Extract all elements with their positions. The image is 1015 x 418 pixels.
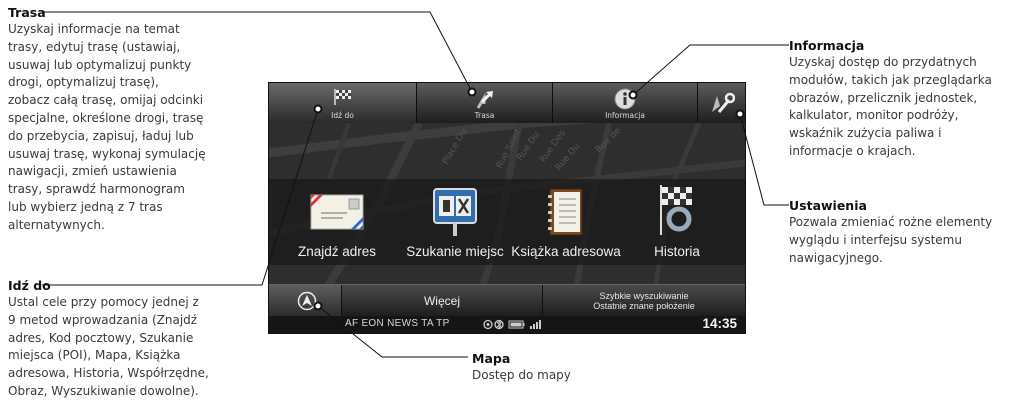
- menu-ksiazka-adresowa-label: Książka adresowa: [511, 244, 621, 259]
- callout-mapa-body: Dostęp do mapy: [472, 368, 571, 382]
- status-icons: [483, 319, 543, 333]
- callout-mapa: Mapa Dostęp do mapy: [472, 350, 672, 385]
- quick-search-label: Szybkie wyszukiwanie: [599, 291, 689, 301]
- callout-mapa-title: Mapa: [472, 351, 511, 366]
- tab-informacja-label: Informacja: [605, 111, 645, 120]
- address-book-icon: [546, 187, 586, 241]
- battery-icon: [508, 320, 525, 329]
- map-button[interactable]: [269, 285, 342, 317]
- callout-ustawienia-body: Pozwala zmieniać rożne elementy wyglądu …: [789, 215, 993, 265]
- more-button[interactable]: Więcej: [342, 285, 543, 317]
- callout-idz-do-body: Ustal cele przy pomocy jednej z 9 metod …: [8, 295, 209, 398]
- tab-trasa[interactable]: Trasa: [417, 83, 553, 123]
- callout-informacja: Informacja Uzyskaj dostęp do przydatnych…: [789, 37, 1014, 161]
- callout-informacja-title: Informacja: [789, 38, 865, 53]
- radio-status-text: AF EON NEWS TA TP: [345, 318, 450, 329]
- menu-znajdz-adres[interactable]: Znajdź adres: [287, 179, 387, 265]
- envelope-icon: [309, 193, 365, 235]
- wrench-settings-icon: [709, 92, 735, 118]
- bluetooth-icon: [494, 319, 504, 330]
- callout-ustawienia: Ustawienia Pozwala zmieniać rożne elemen…: [789, 197, 1014, 267]
- menu-szukanie-miejsc[interactable]: Szukanie miejsc: [400, 179, 510, 265]
- menu-szukanie-miejsc-label: Szukanie miejsc: [406, 244, 504, 259]
- callout-trasa: Trasa Uzyskaj informacje na temat trasy,…: [8, 4, 258, 235]
- callout-trasa-title: Trasa: [8, 5, 46, 20]
- bottom-bar: Więcej Szybkie wyszukiwanie Ostatnie zna…: [269, 284, 745, 317]
- clock: 14:35: [702, 316, 737, 331]
- last-known-position-label: Ostatnie znane położenie: [593, 301, 695, 311]
- tab-ustawienia[interactable]: [698, 83, 745, 123]
- poi-sign-icon: [432, 187, 478, 241]
- tab-idz-do-label: Idź do: [331, 111, 354, 120]
- gps-icon: [483, 319, 493, 330]
- main-menu: Znajdź adres Szukanie miejsc Książka adr…: [269, 179, 745, 265]
- menu-historia[interactable]: Historia: [629, 179, 725, 265]
- callout-idz-do-title: Idź do: [8, 278, 51, 293]
- callout-idz-do: Idź do Ustal cele przy pomocy jednej z 9…: [8, 277, 258, 401]
- navigation-screen: Place Du Rue Du Rue Des Rue Du Rue Saint…: [268, 82, 746, 334]
- quick-search-button[interactable]: Szybkie wyszukiwanie Ostatnie znane poło…: [543, 285, 745, 317]
- tab-idz-do[interactable]: Idź do: [269, 83, 417, 123]
- callout-ustawienia-title: Ustawienia: [789, 198, 867, 213]
- signal-icon: [530, 320, 541, 329]
- history-flag-icon: [655, 183, 699, 241]
- callout-informacja-body: Uzyskaj dostęp do przydatnych modułów, t…: [789, 55, 992, 158]
- leader-line-ustawienia: [739, 113, 789, 206]
- compass-arrow-icon: [297, 291, 317, 315]
- tab-trasa-label: Trasa: [474, 111, 495, 120]
- status-bar: AF EON NEWS TA TP 14:35: [269, 316, 745, 333]
- menu-ksiazka-adresowa[interactable]: Książka adresowa: [511, 179, 621, 265]
- tab-informacja[interactable]: Informacja: [553, 83, 698, 123]
- checkered-flag-icon: [332, 88, 354, 110]
- menu-historia-label: Historia: [654, 244, 700, 259]
- callout-trasa-body: Uzyskaj informacje na temat trasy, edytu…: [8, 22, 206, 232]
- menu-znajdz-adres-label: Znajdź adres: [297, 244, 377, 259]
